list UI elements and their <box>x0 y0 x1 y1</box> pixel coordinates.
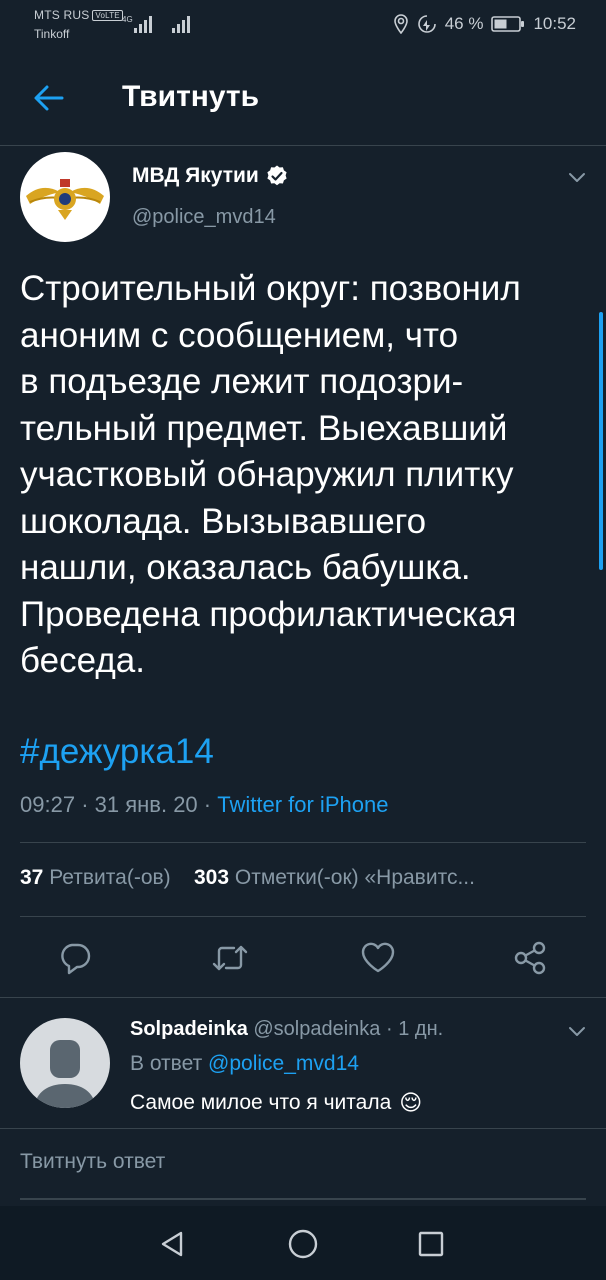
tweet-actions <box>0 936 606 982</box>
author-handle[interactable]: @police_mvd14 <box>132 206 276 229</box>
chevron-down-icon <box>569 1027 585 1036</box>
reply-button[interactable] <box>53 936 97 980</box>
volte-badge: VoLTE <box>92 10 123 21</box>
app-header: Твитнуть <box>0 52 606 146</box>
retweets-label: Ретвита(-ов) <box>49 866 171 889</box>
likes-stat[interactable]: 303 Отметки(-ок) «Нравитс... <box>194 866 475 889</box>
reply-to-handle[interactable]: @police_mvd14 <box>208 1052 359 1075</box>
reply-compose-input[interactable]: Твитнуть ответ <box>20 1150 586 1200</box>
location-icon <box>393 14 408 34</box>
reply-age: · 1 дн. <box>386 1018 444 1040</box>
divider <box>0 997 606 998</box>
carrier-label: MTS RUS VoLTE <box>34 8 123 22</box>
divider <box>20 916 586 917</box>
circle-home-icon <box>288 1229 318 1259</box>
nav-back-button[interactable] <box>152 1224 192 1264</box>
tweet-source-link[interactable]: Twitter for iPhone <box>217 792 388 817</box>
verified-badge-icon <box>267 165 287 186</box>
battery-saver-icon <box>417 15 436 33</box>
back-button[interactable] <box>28 80 68 116</box>
relieved-emoji-icon: 😌 <box>399 1090 423 1115</box>
arrow-left-icon <box>34 85 64 111</box>
reply-to-line: В ответ @police_mvd14 <box>130 1052 359 1076</box>
tweet-time: 09:27 <box>20 792 76 817</box>
carrier2-label: Tinkoff <box>34 27 70 41</box>
reply-to-prefix: В ответ <box>130 1052 203 1075</box>
reply-text: Самое милое что я читала 😌 <box>130 1090 422 1116</box>
police-emblem-icon <box>26 179 104 220</box>
tweet-text: Строительный округ: позвонил аноним с со… <box>20 269 521 680</box>
reply-author-handle[interactable]: @solpadeinka <box>253 1018 380 1040</box>
retweet-button[interactable] <box>208 936 252 980</box>
status-right: 46 % 10:52 <box>393 14 576 34</box>
signal2-icon <box>172 14 194 39</box>
meta-separator: · <box>203 792 212 817</box>
tweet-meta: 09:27 · 31 янв. 20 · Twitter for iPhone <box>20 792 388 818</box>
divider <box>0 1128 606 1129</box>
status-bar: MTS RUS VoLTE Tinkoff 4G 46 % 10:52 <box>0 0 606 52</box>
share-button[interactable] <box>508 936 552 980</box>
page-title: Твитнуть <box>122 80 260 113</box>
author-name[interactable]: МВД Якутии <box>132 164 289 188</box>
reply-avatar[interactable] <box>20 1018 110 1108</box>
likes-label: Отметки(-ок) «Нравитс... <box>234 866 475 889</box>
tweet-menu-button[interactable] <box>566 166 588 193</box>
heart-icon <box>361 942 395 973</box>
signal-icon: 4G <box>122 14 156 39</box>
author-name-text: МВД Якутии <box>132 164 259 187</box>
svg-text:4G: 4G <box>122 15 133 24</box>
author-avatar[interactable] <box>20 152 110 242</box>
likes-count: 303 <box>194 866 230 889</box>
hashtag-link[interactable]: #дежурка14 <box>20 732 214 772</box>
like-button[interactable] <box>356 936 400 980</box>
default-avatar-icon <box>34 1040 96 1108</box>
nav-recents-button[interactable] <box>411 1224 451 1264</box>
comment-icon <box>61 943 91 975</box>
nav-home-button[interactable] <box>283 1224 323 1264</box>
retweets-stat[interactable]: 37 Ретвита(-ов) <box>20 866 171 889</box>
system-nav-bar <box>0 1206 606 1280</box>
square-recents-icon <box>418 1231 444 1257</box>
retweet-icon <box>212 945 248 971</box>
tweet-stats: 37 Ретвита(-ов) 303 Отметки(-ок) «Нравит… <box>20 866 475 890</box>
clock: 10:52 <box>533 14 576 33</box>
share-icon <box>514 941 546 975</box>
triangle-back-icon <box>161 1231 183 1257</box>
retweets-count: 37 <box>20 866 44 889</box>
scrollbar[interactable] <box>599 312 603 570</box>
battery-icon <box>491 16 525 32</box>
divider <box>20 842 586 843</box>
reply-text-content: Самое милое что я читала <box>130 1091 392 1114</box>
reply-menu-button[interactable] <box>566 1020 588 1047</box>
reply-author-name[interactable]: Solpadeinka <box>130 1018 248 1040</box>
battery-percent: 46 % <box>444 14 484 33</box>
reply-header: Solpadeinka @solpadeinka · 1 дн. <box>130 1018 443 1041</box>
meta-separator: · <box>81 792 89 817</box>
chevron-down-icon <box>569 173 585 182</box>
tweet-date: 31 янв. 20 <box>94 792 198 817</box>
